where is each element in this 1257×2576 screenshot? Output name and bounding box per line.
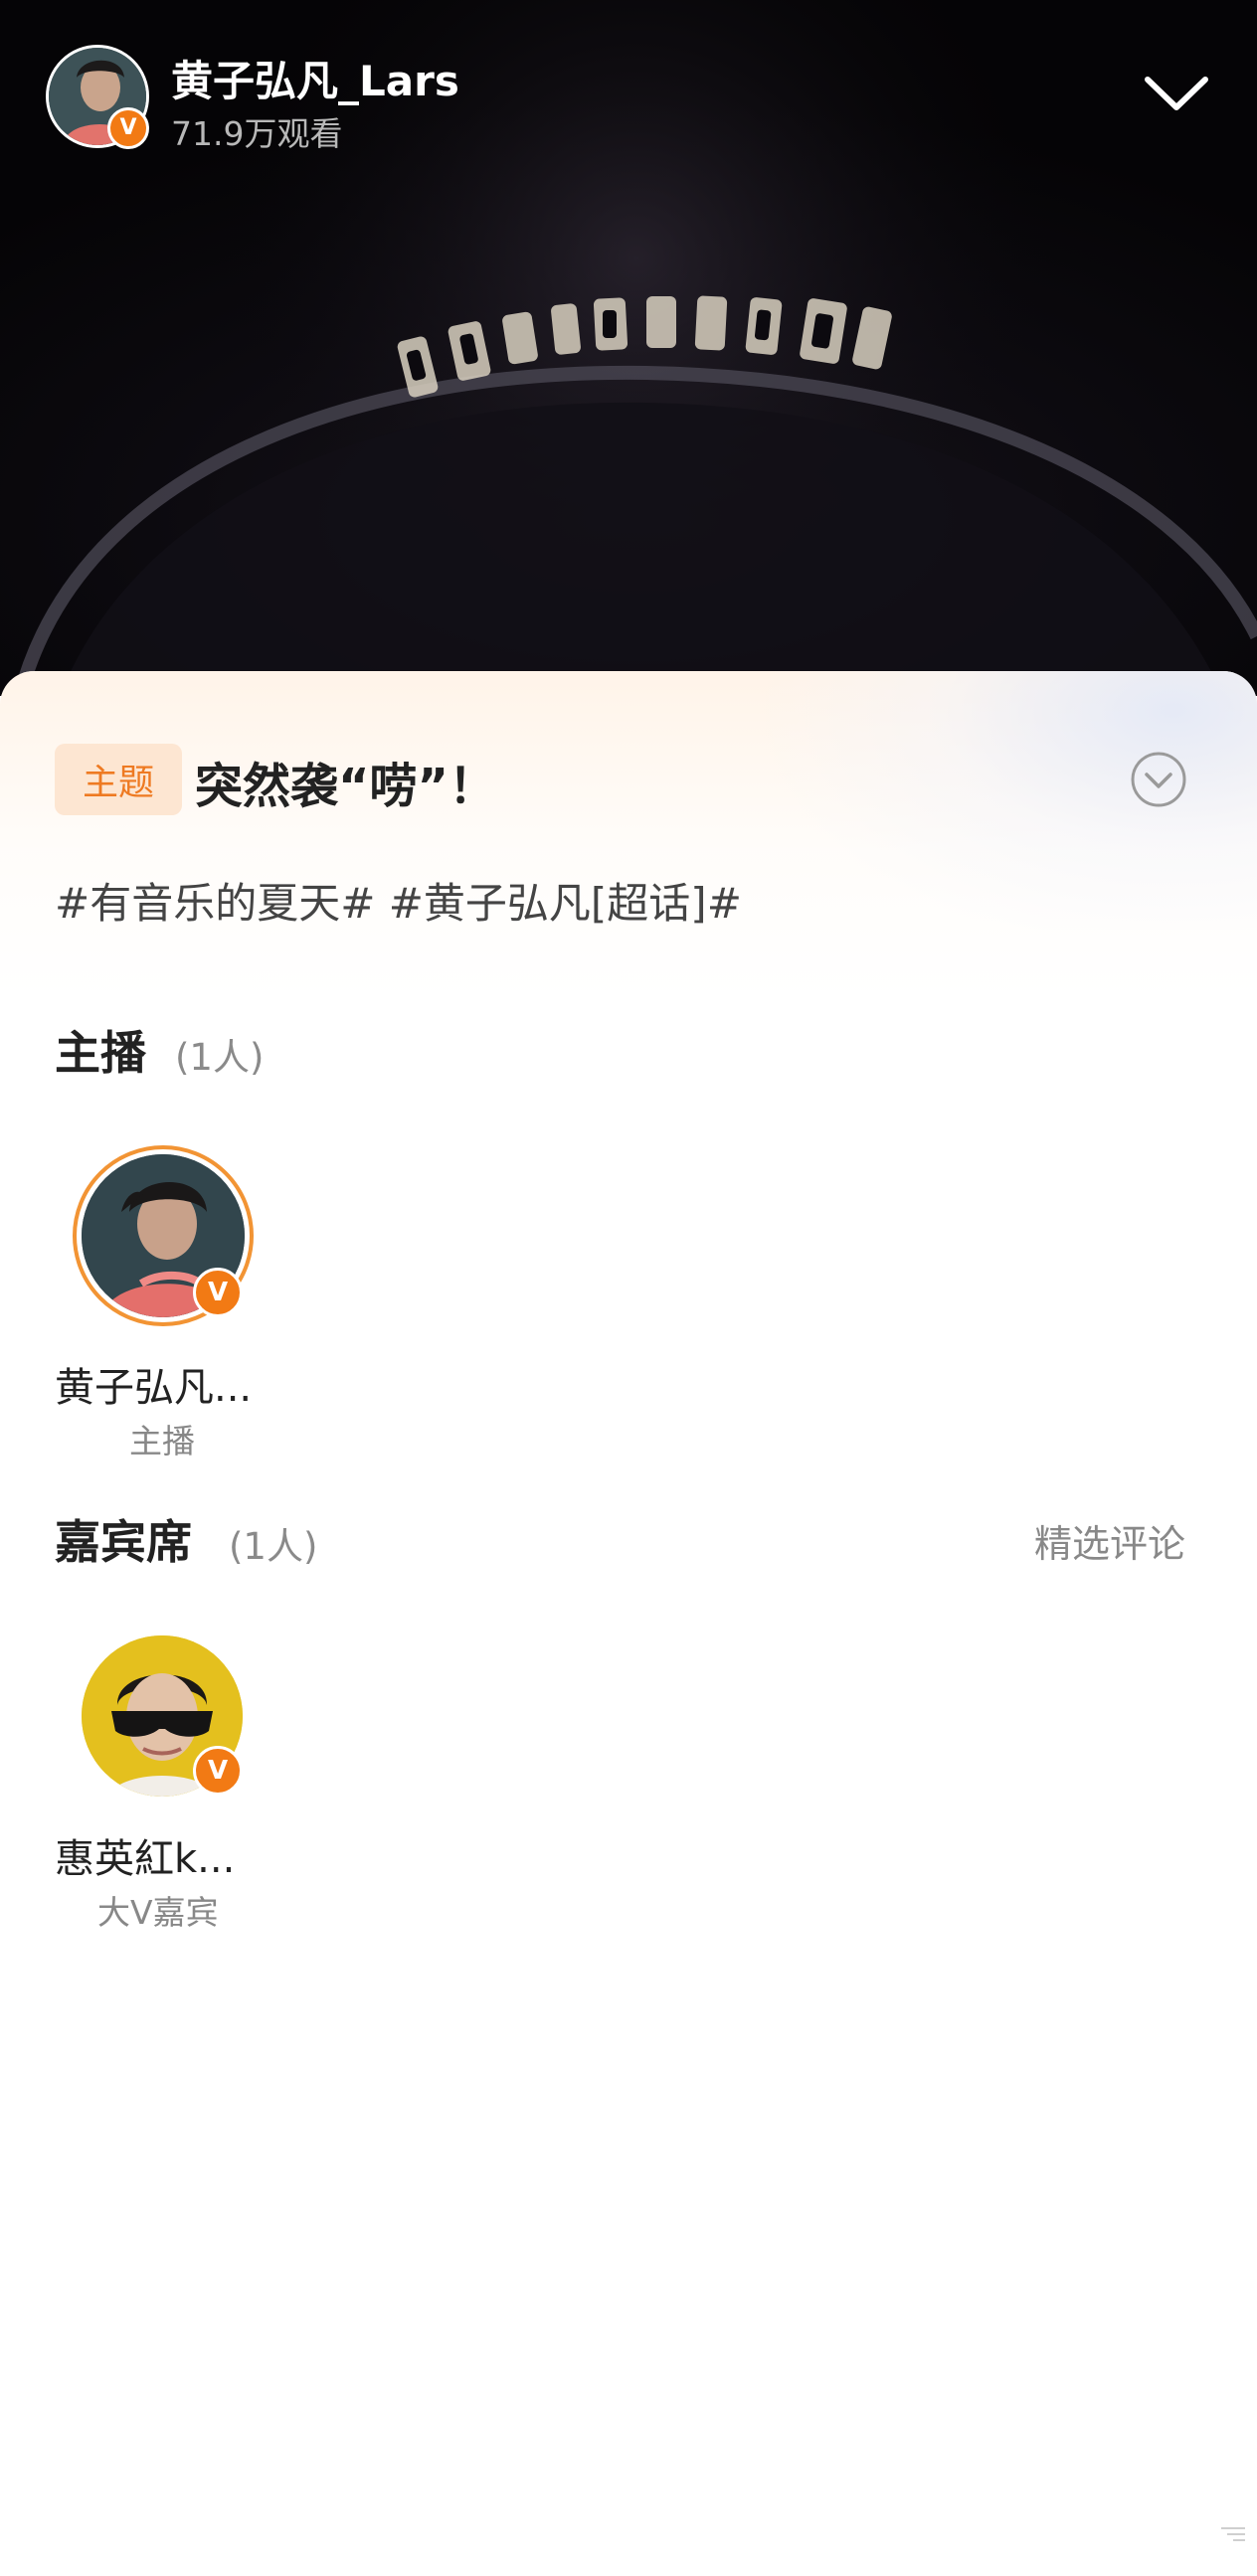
live-video-area[interactable]: V 黄子弘凡_Lars 71.9万观看: [0, 0, 1257, 696]
topic-tag: 主题: [55, 744, 182, 815]
verified-badge-icon: V: [107, 107, 149, 149]
host-name[interactable]: 黄子弘凡...: [55, 1355, 252, 1413]
verified-badge-icon: V: [193, 1268, 243, 1317]
resize-grip-icon: [1221, 2527, 1245, 2541]
live-info-sheet: 主题 突然袭“唠”！ #有音乐的夏天# #黄子弘凡[超话]# 主播 (1人) V…: [0, 671, 1257, 2576]
featured-comments-link[interactable]: 精选评论: [1034, 1513, 1185, 1568]
host-role: 主播: [129, 1422, 195, 1460]
chevron-down-circle-icon[interactable]: [1130, 751, 1187, 808]
guests-count: (1人): [229, 1525, 318, 1568]
topic-title: 突然袭“唠”！: [195, 759, 497, 814]
guest-role: 大V嘉宾: [97, 1893, 219, 1932]
guests-section-title: 嘉宾席: [55, 1515, 192, 1569]
hosts-count: (1人): [175, 1036, 265, 1079]
verified-badge-icon: V: [193, 1746, 243, 1796]
guest-name[interactable]: 惠英紅k...: [55, 1826, 235, 1884]
hashtag-list[interactable]: #有音乐的夏天# #黄子弘凡[超话]#: [55, 870, 742, 931]
chevron-down-icon[interactable]: [1142, 70, 1211, 119]
view-count: 71.9万观看: [171, 114, 343, 153]
hosts-section-title: 主播: [55, 1026, 146, 1080]
streamer-name[interactable]: 黄子弘凡_Lars: [171, 48, 459, 108]
